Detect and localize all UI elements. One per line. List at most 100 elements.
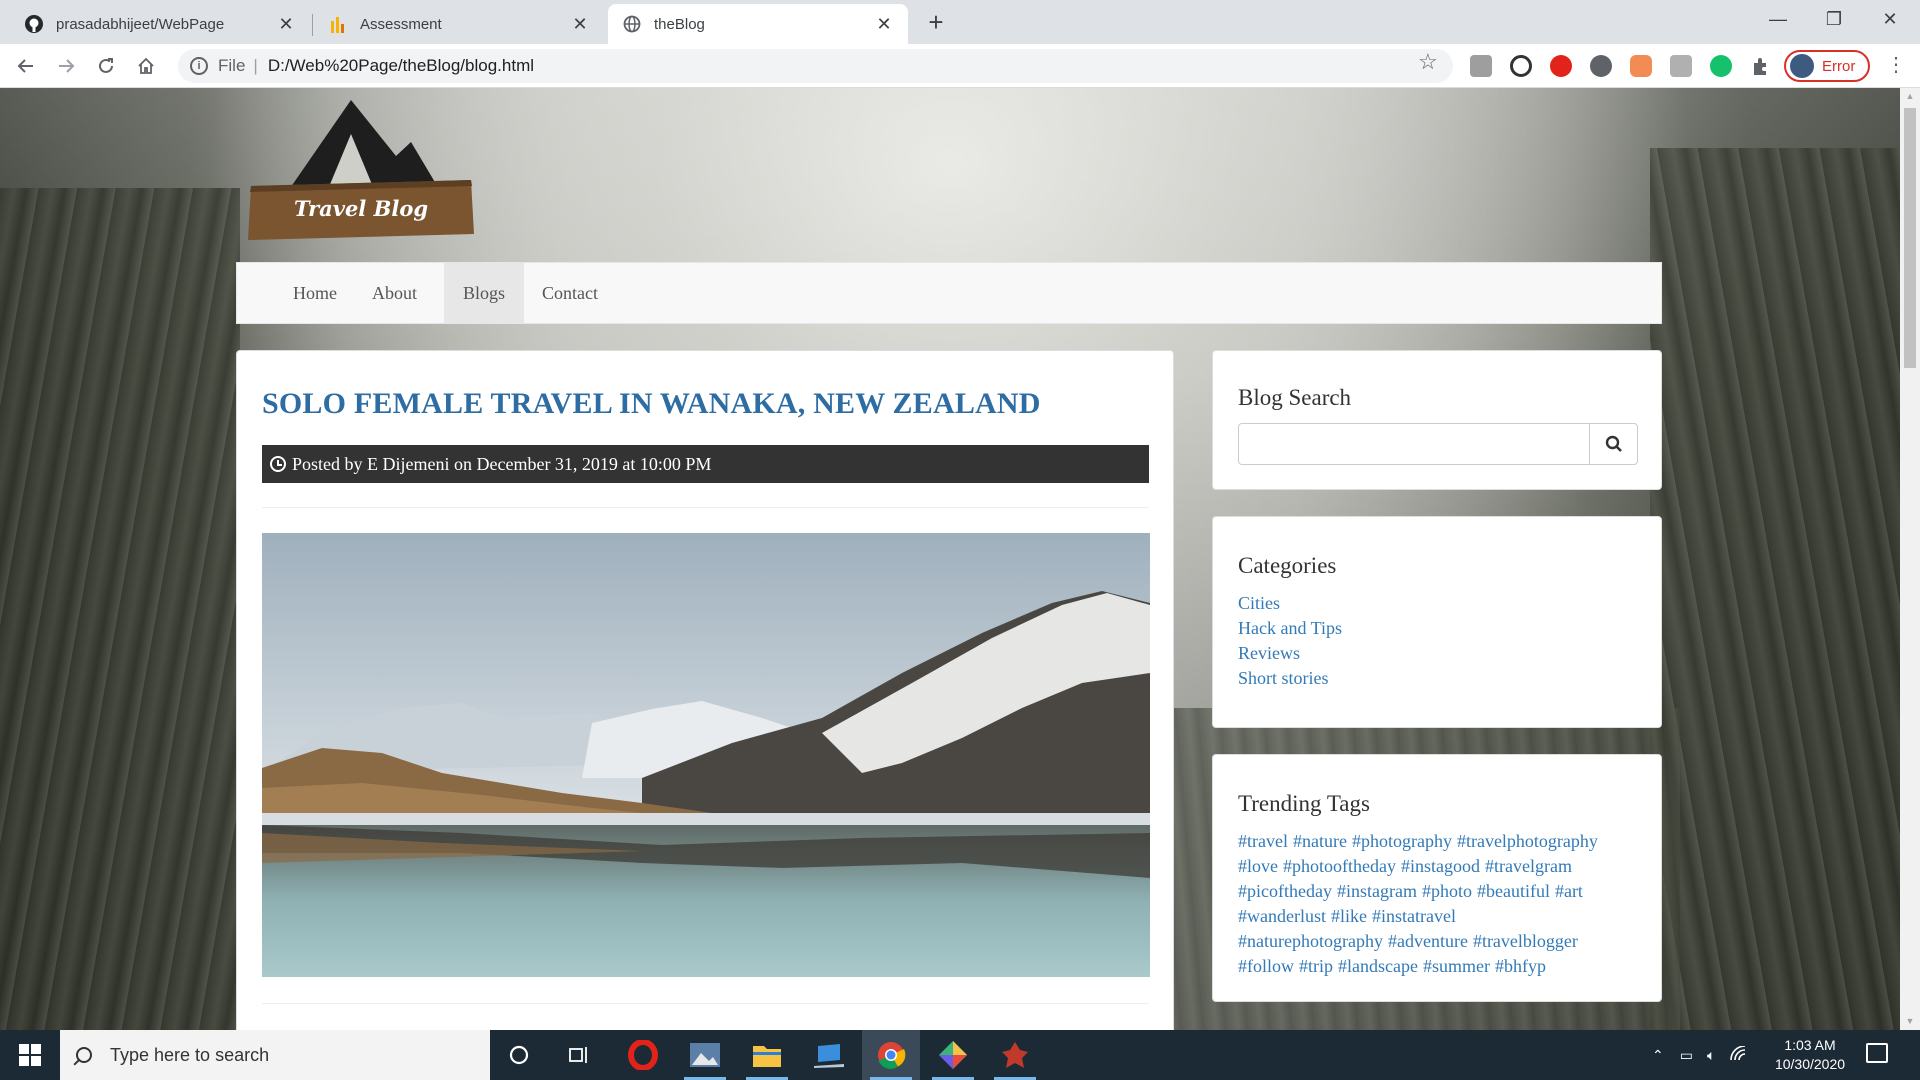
tag-link[interactable]: #instatravel: [1372, 906, 1456, 926]
tag-link[interactable]: #love: [1238, 856, 1278, 876]
tag-link[interactable]: #landscape: [1338, 956, 1418, 976]
wifi-icon[interactable]: [1729, 1044, 1747, 1065]
tab-github[interactable]: prasadabhijeet/WebPage ✕: [10, 4, 310, 44]
page-viewport: Travel Blog Home About Blogs Contact SOL…: [0, 88, 1900, 1030]
arrow-left-icon: [17, 59, 33, 73]
restore-button[interactable]: ❐: [1806, 0, 1862, 40]
new-tab-button[interactable]: +: [921, 7, 951, 37]
tag-link[interactable]: #instagood: [1401, 856, 1480, 876]
category-link[interactable]: Cities: [1238, 591, 1342, 616]
page-scrollbar[interactable]: ▲ ▼: [1900, 88, 1920, 1030]
nav-contact[interactable]: Contact: [523, 263, 617, 323]
tab-theblog[interactable]: theBlog ✕: [608, 4, 908, 44]
site-logo[interactable]: Travel Blog: [246, 94, 476, 242]
forward-button[interactable]: [50, 50, 82, 82]
tag-link[interactable]: #adventure: [1388, 931, 1468, 951]
scroll-up-icon[interactable]: ▲: [1900, 88, 1920, 105]
tag-link[interactable]: #photography: [1352, 831, 1452, 851]
tag-link[interactable]: #nature: [1293, 831, 1347, 851]
tag-link[interactable]: #follow: [1238, 956, 1294, 976]
tab-assessment[interactable]: Assessment ✕: [314, 4, 604, 44]
main-navbar: Home About Blogs Contact: [236, 262, 1662, 324]
tag-link[interactable]: #travelgram: [1485, 856, 1572, 876]
reload-button[interactable]: [90, 50, 122, 82]
chrome-taskbar-button[interactable]: [862, 1030, 920, 1080]
scroll-down-icon[interactable]: ▼: [1900, 1013, 1920, 1030]
opera-extension-icon[interactable]: [1550, 55, 1572, 77]
circle-extension-icon[interactable]: [1590, 55, 1612, 77]
home-button[interactable]: [130, 50, 162, 82]
post-title[interactable]: SOLO FEMALE TRAVEL IN WANAKA, NEW ZEALAN…: [262, 387, 1041, 421]
scrollbar-thumb[interactable]: [1904, 108, 1916, 368]
tag-link[interactable]: #bhfyp: [1495, 956, 1546, 976]
menu-dots-icon[interactable]: ⋮: [1886, 52, 1906, 77]
blog-search-widget: Blog Search: [1212, 350, 1662, 490]
task-view-button[interactable]: [550, 1030, 608, 1080]
info-icon[interactable]: i: [190, 57, 208, 75]
tag-link[interactable]: #like: [1331, 906, 1367, 926]
tag-link[interactable]: #art: [1555, 881, 1583, 901]
photos-taskbar-button[interactable]: [676, 1030, 734, 1080]
grammarly-extension-icon[interactable]: [1710, 55, 1732, 77]
opera-taskbar-button[interactable]: [614, 1030, 672, 1080]
address-bar[interactable]: i File | D:/Web%20Page/theBlog/blog.html: [178, 49, 1453, 83]
tag-link[interactable]: #trip: [1299, 956, 1333, 976]
volume-icon[interactable]: 🔈︎: [1707, 1047, 1715, 1064]
game-taskbar-button[interactable]: [986, 1030, 1044, 1080]
tampermonkey-extension-icon[interactable]: [1630, 55, 1652, 77]
taskbar-search-box[interactable]: Type here to search: [60, 1030, 490, 1080]
tab-title: theBlog: [654, 15, 705, 33]
category-link[interactable]: Hack and Tips: [1238, 616, 1342, 641]
battery-icon[interactable]: ▭: [1680, 1047, 1693, 1064]
clock-time: 1:03 AM: [1784, 1037, 1836, 1053]
tag-link[interactable]: #naturephotography: [1238, 931, 1383, 951]
tab-separator: [312, 14, 313, 36]
tag-link[interactable]: #beautiful: [1477, 881, 1550, 901]
cortana-circle-icon: [509, 1045, 529, 1065]
photo-app-icon: [690, 1043, 720, 1067]
tag-link[interactable]: #travelblogger: [1473, 931, 1578, 951]
tag-link[interactable]: #wanderlust: [1238, 906, 1326, 926]
minimize-button[interactable]: —: [1750, 0, 1806, 40]
notification-center-icon[interactable]: [1866, 1043, 1888, 1063]
close-icon[interactable]: ✕: [874, 14, 894, 35]
file-explorer-taskbar-button[interactable]: [738, 1030, 796, 1080]
window-close-button[interactable]: ✕: [1862, 0, 1918, 40]
tag-link[interactable]: #travelphotography: [1457, 831, 1598, 851]
tag-link[interactable]: #picoftheday: [1238, 881, 1332, 901]
browser-toolbar: i File | D:/Web%20Page/theBlog/blog.html…: [0, 44, 1920, 88]
logo-text: Travel Blog: [293, 196, 429, 221]
tag-link[interactable]: #photo: [1422, 881, 1472, 901]
windows-taskbar: Type here to search ⌃ ▭ 🔈︎ 1:03 AM 10/30…: [0, 1030, 1920, 1080]
categories-widget: Categories Cities Hack and Tips Reviews …: [1212, 516, 1662, 728]
bookmark-star-icon[interactable]: ☆: [1418, 49, 1438, 75]
taskbar-clock[interactable]: 1:03 AM 10/30/2020: [1764, 1036, 1856, 1074]
laptop-app-taskbar-button[interactable]: [800, 1030, 858, 1080]
category-link[interactable]: Short stories: [1238, 666, 1342, 691]
puzzle-extensions-icon[interactable]: [1750, 55, 1772, 77]
diamond-app-icon: [939, 1041, 967, 1069]
search-button[interactable]: [1589, 424, 1637, 464]
profile-error-button[interactable]: Error: [1784, 50, 1870, 82]
gitkraken-taskbar-button[interactable]: [924, 1030, 982, 1080]
tag-link[interactable]: #summer: [1423, 956, 1490, 976]
close-icon[interactable]: ✕: [570, 14, 590, 35]
chevron-up-icon[interactable]: ⌃: [1652, 1047, 1664, 1064]
grammar-extension-icon[interactable]: [1670, 55, 1692, 77]
start-button[interactable]: [0, 1030, 60, 1080]
nav-about[interactable]: About: [353, 263, 436, 323]
link-extension-icon[interactable]: [1510, 55, 1532, 77]
back-button[interactable]: [10, 50, 42, 82]
nav-home[interactable]: Home: [274, 263, 356, 323]
tag-link[interactable]: #travel: [1238, 831, 1288, 851]
category-link[interactable]: Reviews: [1238, 641, 1342, 666]
search-input[interactable]: [1239, 424, 1589, 464]
cortana-button[interactable]: [490, 1030, 548, 1080]
close-icon[interactable]: ✕: [276, 14, 296, 35]
globe-icon: [622, 14, 642, 34]
tag-link[interactable]: #photooftheday: [1283, 856, 1396, 876]
tag-link[interactable]: #instagram: [1337, 881, 1417, 901]
nav-blogs[interactable]: Blogs: [444, 263, 525, 323]
github-icon: [24, 14, 44, 34]
pdf-extension-icon[interactable]: [1470, 55, 1492, 77]
